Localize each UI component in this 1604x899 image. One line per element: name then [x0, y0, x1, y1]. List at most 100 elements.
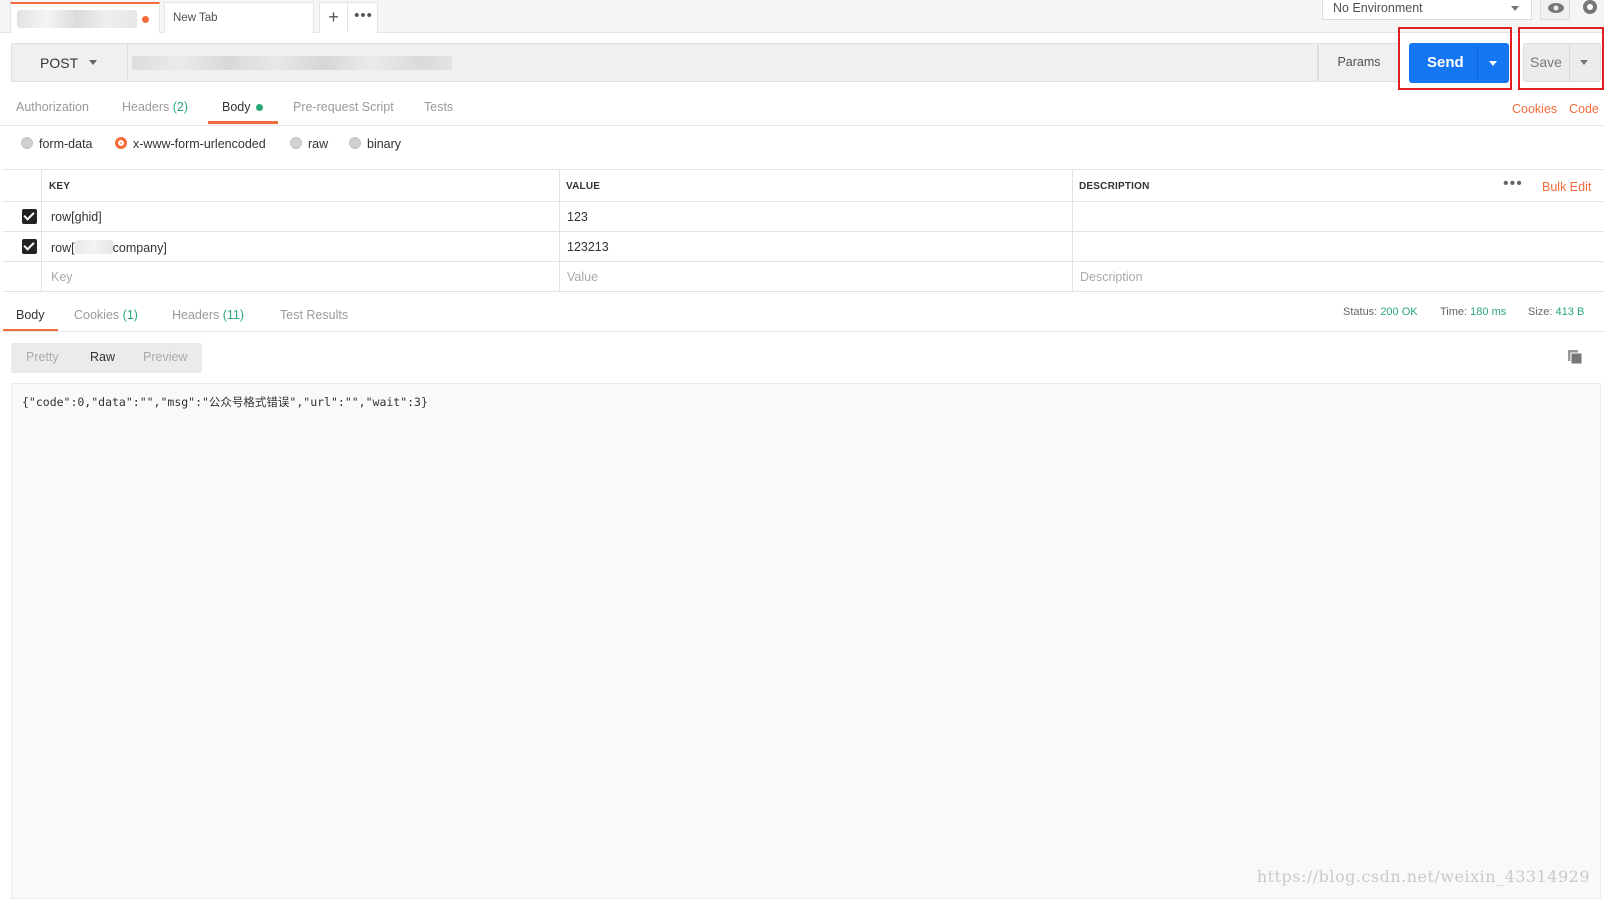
radio-x-www-form-urlencoded[interactable]: x-www-form-urlencoded: [115, 137, 266, 151]
tab-headers[interactable]: Headers (2): [122, 100, 188, 114]
tab-current-request[interactable]: [10, 2, 160, 33]
save-options-chevron-icon[interactable]: [1580, 60, 1588, 65]
save-divider: [1569, 44, 1570, 81]
copy-icon: [1568, 350, 1583, 365]
chevron-down-icon: [1511, 6, 1519, 11]
send-options-chevron-icon[interactable]: [1489, 61, 1497, 66]
response-body-text: {"code":0,"data":"","msg":"公众号格式错误","url…: [22, 395, 428, 409]
tab-pre-request-script[interactable]: Pre-request Script: [293, 100, 394, 114]
column-header-description: DESCRIPTION: [1079, 181, 1150, 192]
method-label: POST: [40, 55, 79, 71]
body-set-indicator: [255, 104, 263, 112]
row-enabled-checkbox[interactable]: [22, 209, 37, 224]
response-body-panel[interactable]: {"code":0,"data":"","msg":"公众号格式错误","url…: [11, 383, 1601, 899]
response-tab-cookies-label: Cookies: [74, 308, 120, 322]
response-time: Time: 180 ms: [1440, 306, 1506, 318]
view-pretty-button[interactable]: Pretty: [26, 350, 59, 364]
response-tab-body[interactable]: Body: [16, 308, 45, 322]
response-tab-cookies-count: (1): [122, 308, 138, 322]
table-header-row: KEY VALUE DESCRIPTION ••• Bulk Edit: [3, 170, 1604, 202]
tab-more-button[interactable]: •••: [349, 3, 378, 32]
column-divider: [41, 170, 42, 292]
settings-button[interactable]: [1576, 0, 1604, 20]
tab-headers-label: Headers: [122, 100, 170, 114]
row-enabled-checkbox[interactable]: [22, 239, 37, 254]
params-button[interactable]: Params: [1318, 43, 1400, 82]
view-preview-button[interactable]: Preview: [143, 350, 187, 364]
row-value[interactable]: 123213: [567, 240, 609, 254]
table-row: row[ghid] 123: [3, 202, 1604, 232]
response-tab-body-label: Body: [16, 308, 45, 322]
cookies-link[interactable]: Cookies: [1512, 102, 1557, 116]
key-placeholder[interactable]: Key: [51, 270, 73, 284]
tab-tests[interactable]: Tests: [424, 100, 453, 114]
environment-select[interactable]: No Environment: [1322, 0, 1532, 20]
divider: [0, 331, 1604, 332]
row-key[interactable]: row[ company]: [51, 240, 167, 255]
radio-raw[interactable]: raw: [290, 137, 328, 151]
tab-title-redacted: [17, 10, 137, 28]
tab-new-label: New Tab: [173, 12, 218, 24]
radio-binary[interactable]: binary: [349, 137, 401, 151]
url-input[interactable]: [132, 56, 452, 70]
redacted-text: [74, 240, 113, 254]
save-button[interactable]: Save: [1523, 43, 1601, 82]
table-row: row[ company] 123213: [3, 232, 1604, 262]
response-tab-test-results-label: Test Results: [280, 308, 349, 322]
view-raw-button[interactable]: Raw: [90, 350, 115, 364]
code-link[interactable]: Code: [1569, 102, 1599, 116]
request-url-bar: POST: [11, 43, 1318, 82]
radio-raw-label: raw: [308, 137, 329, 151]
more-options-icon[interactable]: •••: [1503, 175, 1523, 193]
response-tab-headers-label: Headers: [172, 308, 220, 322]
radio-binary-label: binary: [367, 137, 402, 151]
tab-authorization[interactable]: Authorization: [16, 100, 89, 114]
radio-form-data[interactable]: form-data: [21, 137, 93, 151]
radio-circle: [290, 137, 302, 149]
row-key-prefix: row[: [51, 241, 75, 255]
row-key-suffix: company]: [112, 241, 167, 255]
size-value: 413 B: [1555, 306, 1585, 318]
column-header-key: KEY: [49, 181, 71, 192]
method-select[interactable]: POST: [12, 44, 128, 81]
send-divider: [1477, 47, 1478, 79]
value-placeholder[interactable]: Value: [567, 270, 598, 284]
environment-select-label: No Environment: [1333, 1, 1423, 15]
copy-response-button[interactable]: [1567, 349, 1583, 365]
radio-x-www-form-urlencoded-label: x-www-form-urlencoded: [133, 137, 266, 151]
status-label: Status:: [1343, 306, 1378, 318]
column-header-value: VALUE: [566, 181, 601, 192]
time-label: Time:: [1440, 306, 1468, 318]
active-tab-underline: [208, 121, 278, 124]
send-button[interactable]: Send: [1409, 43, 1509, 83]
chevron-down-icon: [89, 60, 97, 65]
tab-body[interactable]: Body: [222, 100, 263, 114]
watermark: https://blog.csdn.net/weixin_43314929: [1256, 867, 1590, 886]
response-status: Status: 200 OK: [1343, 306, 1418, 318]
tab-new[interactable]: New Tab: [164, 2, 314, 33]
tab-headers-count: (2): [172, 100, 189, 114]
response-tab-headers[interactable]: Headers (11): [172, 308, 244, 322]
tab-actions: + •••: [319, 2, 378, 33]
bulk-edit-link[interactable]: Bulk Edit: [1542, 180, 1591, 194]
tab-tests-label: Tests: [424, 100, 454, 114]
column-divider: [559, 170, 560, 292]
tab-pre-request-script-label: Pre-request Script: [293, 100, 394, 114]
row-value[interactable]: 123: [567, 210, 588, 224]
size-label: Size:: [1528, 306, 1553, 318]
gear-icon: [1583, 0, 1597, 14]
radio-circle-selected: [115, 137, 127, 149]
response-tab-test-results[interactable]: Test Results: [280, 308, 348, 322]
view-mode-group: Pretty Raw Preview: [11, 343, 202, 373]
divider: [0, 125, 1604, 126]
description-placeholder[interactable]: Description: [1080, 270, 1143, 284]
unsaved-indicator: [142, 16, 149, 23]
time-value: 180 ms: [1470, 306, 1507, 318]
column-divider: [1072, 170, 1073, 292]
radio-form-data-label: form-data: [39, 137, 93, 151]
environment-quick-look-button[interactable]: [1540, 0, 1570, 20]
add-tab-button[interactable]: +: [320, 3, 348, 32]
row-key[interactable]: row[ghid]: [51, 210, 102, 224]
radio-circle: [349, 137, 361, 149]
response-tab-cookies[interactable]: Cookies (1): [74, 308, 138, 322]
